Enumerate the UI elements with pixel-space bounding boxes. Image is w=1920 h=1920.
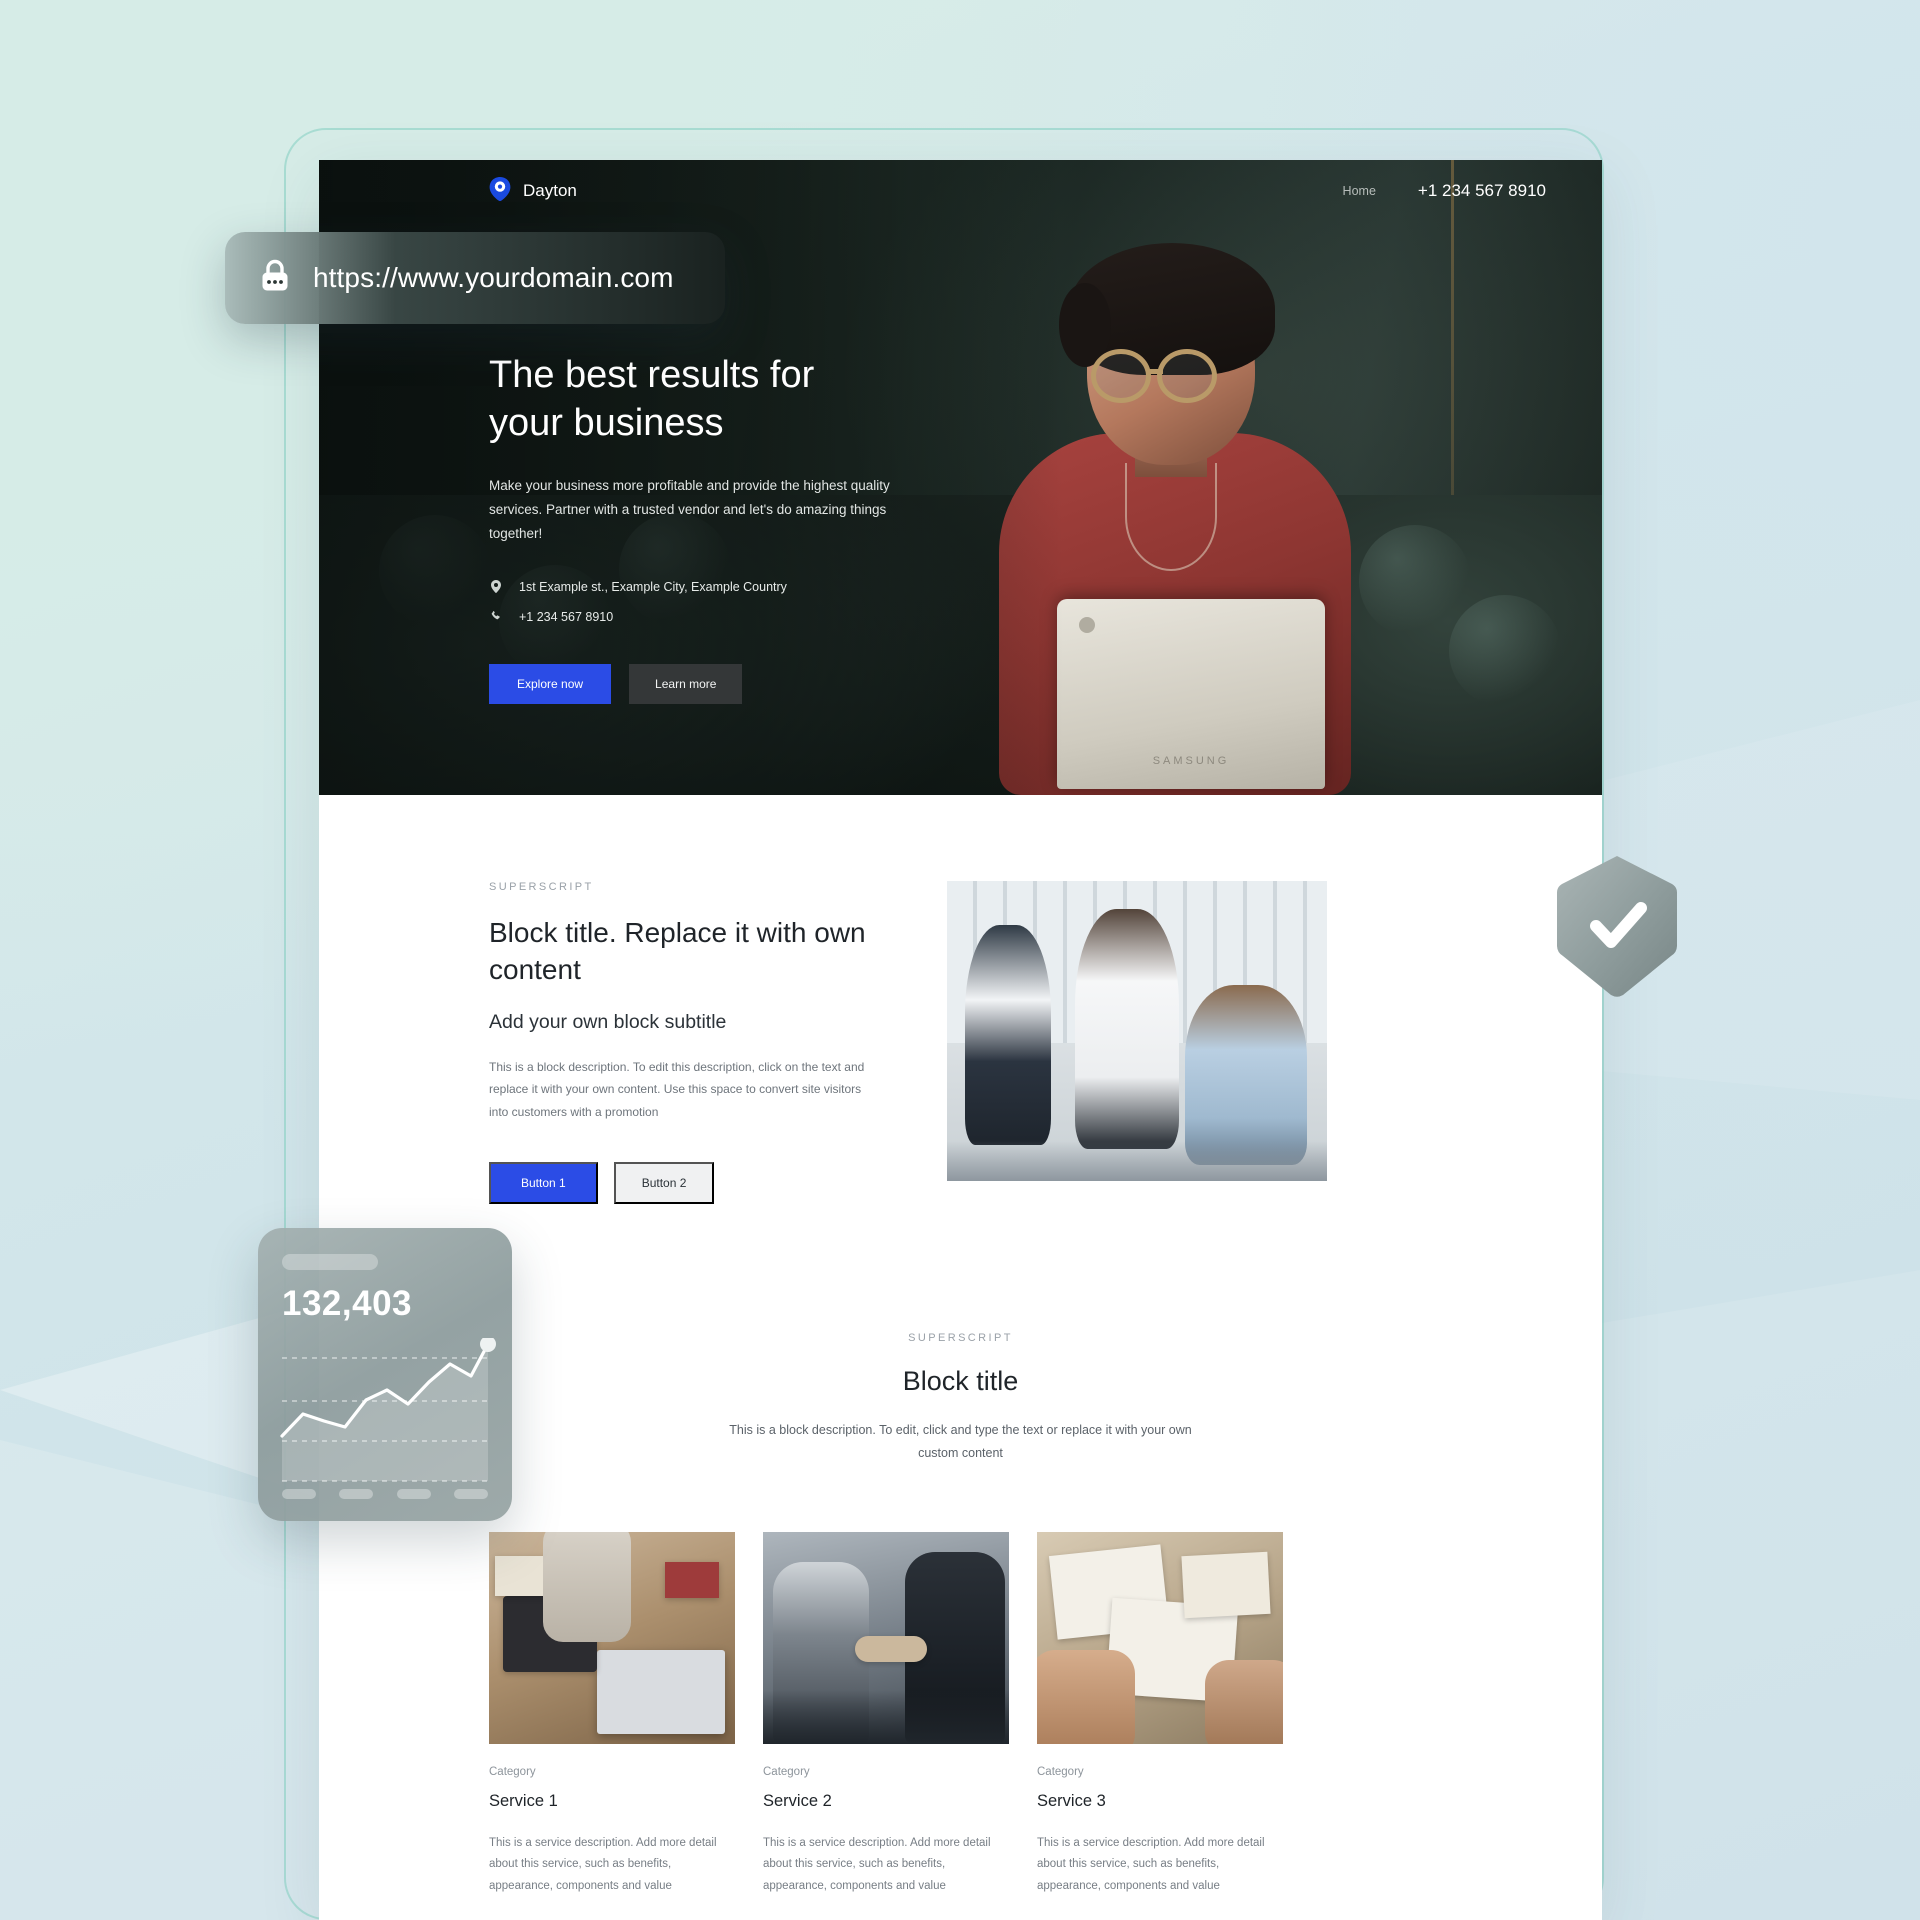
site-navbar: Dayton Home +1 234 567 8910 [319, 160, 1602, 222]
legend-pill [396, 1489, 431, 1499]
legend-pill [453, 1489, 488, 1499]
dayton-pin-logo-icon [489, 176, 511, 206]
block2-description: This is a block description. To edit, cl… [729, 1422, 1192, 1461]
brand-logo[interactable]: Dayton [489, 176, 577, 206]
service-3-name: Service 3 [1037, 1792, 1106, 1811]
hero-address-row: 1st Example st., Example City, Example C… [489, 580, 909, 594]
block1-button-group: Button 1 Button 2 [489, 1161, 881, 1204]
stats-card-title-placeholder [282, 1254, 378, 1270]
services-section: Category Service 1 This is a service des… [319, 1466, 1602, 1897]
line-chart-icon [280, 1338, 496, 1482]
hero-phone: +1 234 567 8910 [519, 609, 614, 624]
service-2-description: This is a service description. Add more … [763, 1837, 991, 1892]
stats-card-legend-placeholders [282, 1489, 488, 1499]
hero-title-line1: The best results for [489, 354, 815, 396]
service-2-category: Category [763, 1766, 810, 1779]
service-3-description: This is a service description. Add more … [1037, 1837, 1265, 1892]
learn-more-button[interactable]: Learn more [629, 663, 743, 704]
service-card[interactable]: Category Service 2 This is a service des… [763, 1532, 1009, 1897]
lock-icon [259, 259, 291, 298]
block2-title: Block title [902, 1365, 1019, 1396]
block1-image [947, 881, 1327, 1181]
stats-card: 132,403 [258, 1228, 512, 1521]
service-1-image [489, 1532, 735, 1745]
service-1-category: Category [489, 1766, 536, 1779]
block1-subtitle: Add your own block subtitle [489, 1010, 727, 1033]
hero-address: 1st Example st., Example City, Example C… [519, 579, 787, 594]
service-1-name: Service 1 [489, 1792, 558, 1811]
nav-phone[interactable]: +1 234 567 8910 [1418, 181, 1546, 201]
block1-superscript: SUPERSCRIPT [489, 881, 594, 893]
nav-link-home[interactable]: Home [1343, 184, 1376, 198]
service-2-image [763, 1532, 1009, 1745]
hero-button-group: Explore now Learn more [489, 663, 909, 704]
url-text: https://www.yourdomain.com [313, 262, 674, 293]
url-bar[interactable]: https://www.yourdomain.com [225, 232, 725, 324]
website-preview: SAMSUNG Dayton Home [319, 160, 1602, 1920]
legend-pill [339, 1489, 374, 1499]
hero-title-line2: your business [489, 401, 724, 444]
block1-section: SUPERSCRIPT Block title. Replace it with… [319, 795, 1602, 1204]
service-card[interactable]: Category Service 3 This is a service des… [1037, 1532, 1283, 1897]
legend-pill [282, 1489, 316, 1499]
service-card[interactable]: Category Service 1 This is a service des… [489, 1532, 735, 1897]
brand-name: Dayton [523, 181, 577, 200]
phone-icon [489, 610, 503, 623]
shield-check-badge [1552, 854, 1682, 1000]
hero-title: The best results for your business [489, 352, 909, 448]
hero-phone-row: +1 234 567 8910 [489, 610, 909, 624]
shield-check-icon [1556, 856, 1678, 997]
block1-button-2[interactable]: Button 2 [613, 1161, 715, 1204]
service-3-image [1037, 1532, 1283, 1745]
stats-card-value: 132,403 [282, 1284, 413, 1323]
block1-title: Block title. Replace it with own content [489, 917, 866, 985]
service-1-description: This is a service description. Add more … [489, 1837, 717, 1892]
hero-subtitle: Make your business more profitable and p… [489, 477, 890, 541]
hero-content: The best results for your business Make … [489, 352, 909, 704]
map-pin-icon [489, 580, 503, 594]
hero-contact-list: 1st Example st., Example City, Example C… [489, 580, 909, 624]
block1-button-1[interactable]: Button 1 [489, 1161, 598, 1204]
explore-now-button[interactable]: Explore now [489, 663, 612, 704]
service-2-name: Service 2 [763, 1792, 832, 1811]
service-3-category: Category [1037, 1766, 1084, 1779]
block2-superscript: SUPERSCRIPT [908, 1331, 1013, 1344]
block1-description: This is a block description. To edit thi… [489, 1059, 865, 1119]
